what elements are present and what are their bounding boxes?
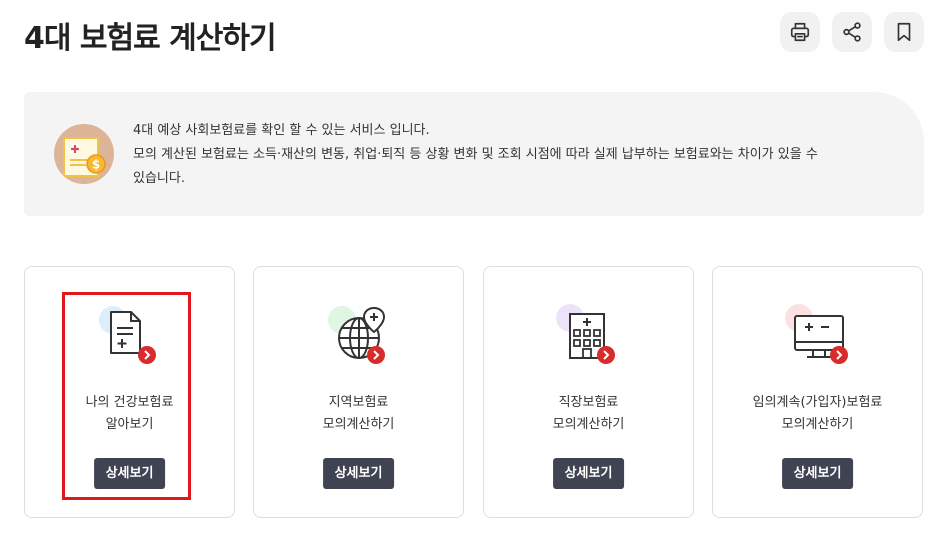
detail-button[interactable]: 상세보기 (93, 458, 166, 489)
card-workplace-insurance[interactable]: 직장보험료 모의계산하기 상세보기 (483, 266, 694, 518)
document-coin-icon: $ (54, 124, 114, 184)
card-label: 나의 건강보험료 알아보기 (85, 395, 174, 432)
bookmark-button[interactable] (884, 12, 924, 52)
share-button[interactable] (832, 12, 872, 52)
notice-text: 4대 예상 사회보험료를 확인 할 수 있는 서비스 입니다. 모의 계산된 보… (133, 119, 893, 191)
card-label: 지역보험료 모의계산하기 (322, 395, 395, 432)
share-icon (843, 22, 861, 42)
notice-line: 모의 계산된 보험료는 소득·재산의 변동, 취업·퇴직 등 상황 변화 및 조… (133, 147, 818, 162)
print-button[interactable] (780, 12, 820, 52)
document-plus-icon (93, 300, 173, 370)
notice-line: 4대 예상 사회보험료를 확인 할 수 있는 서비스 입니다. (133, 123, 430, 138)
svg-text:$: $ (92, 158, 100, 172)
notice-line: 있습니다. (133, 171, 185, 186)
bookmark-icon (897, 22, 911, 42)
card-voluntary-insurance[interactable]: 임의계속(가입자)보험료 모의계산하기 상세보기 (712, 266, 923, 518)
detail-button[interactable]: 상세보기 (322, 458, 395, 489)
detail-button[interactable]: 상세보기 (552, 458, 625, 489)
detail-button[interactable]: 상세보기 (781, 458, 854, 489)
card-health-insurance[interactable]: 나의 건강보험료 알아보기 상세보기 (24, 266, 235, 518)
card-label: 임의계속(가입자)보험료 모의계산하기 (752, 395, 883, 432)
card-regional-insurance[interactable]: 지역보험료 모의계산하기 상세보기 (253, 266, 464, 518)
card-label: 직장보험료 모의계산하기 (552, 395, 625, 432)
page-title: 4대 보험료 계산하기 (24, 21, 277, 56)
hospital-building-icon (552, 300, 632, 370)
monitor-calculator-icon (781, 300, 861, 370)
printer-icon (790, 22, 810, 42)
notice-box: $ 4대 예상 사회보험료를 확인 할 수 있는 서비스 입니다. 모의 계산된… (24, 92, 924, 216)
globe-location-icon (322, 300, 402, 370)
